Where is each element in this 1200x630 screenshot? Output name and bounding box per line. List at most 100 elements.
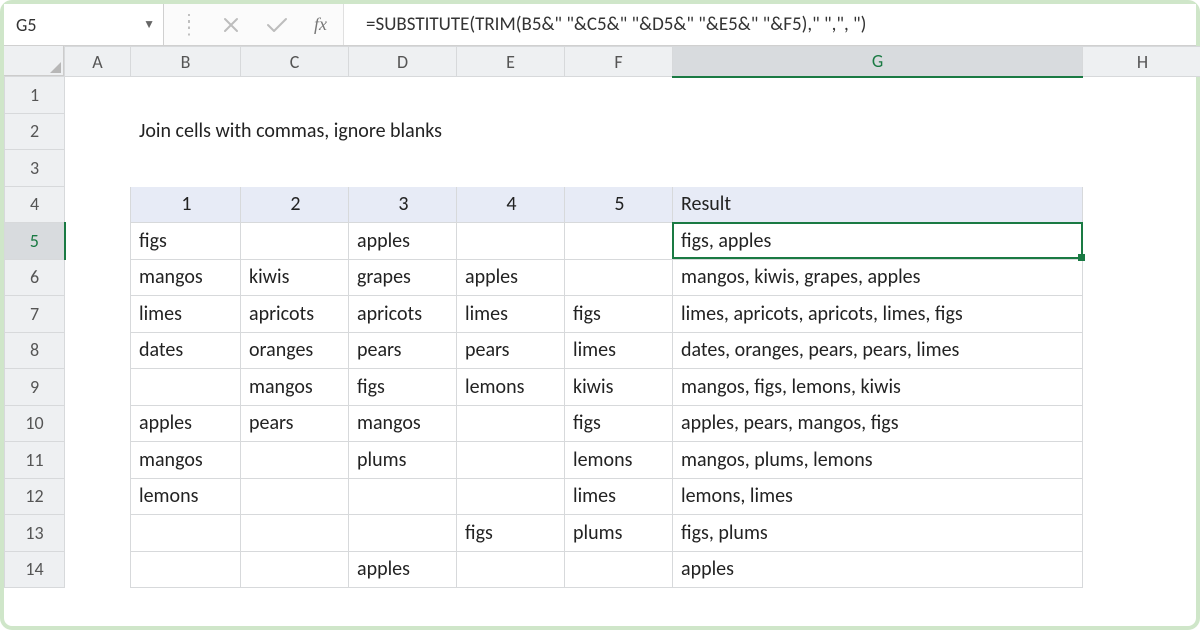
col-header-D[interactable]: D xyxy=(349,47,457,77)
cell[interactable]: limes xyxy=(131,296,241,333)
row-header-3[interactable]: 3 xyxy=(5,150,65,187)
cell[interactable] xyxy=(65,77,131,114)
cell[interactable] xyxy=(131,515,241,552)
cell[interactable]: lemons xyxy=(131,478,241,515)
cell[interactable] xyxy=(131,77,1200,114)
row-header-13[interactable]: 13 xyxy=(5,515,65,552)
cell[interactable] xyxy=(131,551,241,588)
row-header-6[interactable]: 6 xyxy=(5,259,65,296)
name-box[interactable]: G5 ▼ xyxy=(4,4,164,45)
cell[interactable] xyxy=(241,515,349,552)
cell[interactable]: apricots xyxy=(349,296,457,333)
cell[interactable] xyxy=(457,405,565,442)
cell[interactable] xyxy=(131,369,241,406)
cell[interactable]: apples xyxy=(457,259,565,296)
cell[interactable]: lemons, limes xyxy=(673,478,1083,515)
cell[interactable] xyxy=(457,551,565,588)
cell[interactable] xyxy=(1083,186,1200,223)
cell[interactable] xyxy=(349,515,457,552)
cell[interactable] xyxy=(65,405,131,442)
cell[interactable] xyxy=(241,551,349,588)
row-header-10[interactable]: 10 xyxy=(5,405,65,442)
cell[interactable] xyxy=(565,259,673,296)
cell[interactable] xyxy=(1083,405,1200,442)
confirm-icon[interactable] xyxy=(266,16,288,34)
table-header[interactable]: 1 xyxy=(131,186,241,223)
cell[interactable]: kiwis xyxy=(241,259,349,296)
cell[interactable] xyxy=(65,551,131,588)
cell[interactable]: oranges xyxy=(241,332,349,369)
cell[interactable]: apples xyxy=(673,551,1083,588)
cell[interactable] xyxy=(65,442,131,479)
row-header-11[interactable]: 11 xyxy=(5,442,65,479)
cell[interactable]: figs, plums xyxy=(673,515,1083,552)
cell[interactable]: figs xyxy=(131,223,241,260)
row-header-12[interactable]: 12 xyxy=(5,478,65,515)
col-header-H[interactable]: H xyxy=(1083,47,1200,77)
cell[interactable]: figs xyxy=(457,515,565,552)
col-header-E[interactable]: E xyxy=(457,47,565,77)
cell[interactable]: pears xyxy=(349,332,457,369)
cell[interactable]: mangos xyxy=(131,442,241,479)
row-header-7[interactable]: 7 xyxy=(5,296,65,333)
cell[interactable]: lemons xyxy=(565,442,673,479)
col-header-A[interactable]: A xyxy=(65,47,131,77)
cell[interactable] xyxy=(349,478,457,515)
row-header-5[interactable]: 5 xyxy=(5,223,65,260)
cell[interactable]: grapes xyxy=(349,259,457,296)
cell[interactable] xyxy=(65,186,131,223)
cell[interactable] xyxy=(1083,259,1200,296)
cell[interactable] xyxy=(1083,296,1200,333)
cell[interactable]: mangos, figs, lemons, kiwis xyxy=(673,369,1083,406)
cell[interactable] xyxy=(241,442,349,479)
row-header-9[interactable]: 9 xyxy=(5,369,65,406)
cell[interactable] xyxy=(1083,551,1200,588)
cell[interactable]: mangos xyxy=(131,259,241,296)
spreadsheet-grid[interactable]: A B C D E F G H 1 2 Join cells with comm… xyxy=(4,46,1196,588)
table-header[interactable]: 2 xyxy=(241,186,349,223)
cell[interactable] xyxy=(1083,478,1200,515)
col-header-F[interactable]: F xyxy=(565,47,673,77)
cell-G5[interactable]: figs, apples xyxy=(673,223,1083,260)
cell[interactable]: plums xyxy=(565,515,673,552)
table-header[interactable]: 5 xyxy=(565,186,673,223)
cell[interactable] xyxy=(65,332,131,369)
cell[interactable]: figs xyxy=(565,296,673,333)
col-header-B[interactable]: B xyxy=(131,47,241,77)
cell[interactable] xyxy=(1083,515,1200,552)
cell[interactable]: apples xyxy=(131,405,241,442)
cell[interactable] xyxy=(65,296,131,333)
cell[interactable] xyxy=(1083,223,1200,260)
cell[interactable]: figs xyxy=(565,405,673,442)
cell[interactable] xyxy=(65,223,131,260)
cell[interactable] xyxy=(65,478,131,515)
cell[interactable] xyxy=(1083,332,1200,369)
row-header-1[interactable]: 1 xyxy=(5,77,65,114)
cell[interactable] xyxy=(565,551,673,588)
select-all-triangle[interactable] xyxy=(4,46,64,76)
cell[interactable]: apples xyxy=(349,551,457,588)
col-header-C[interactable]: C xyxy=(241,47,349,77)
col-header-G[interactable]: G xyxy=(673,47,1083,77)
cell[interactable] xyxy=(131,150,1200,187)
cell[interactable]: mangos, kiwis, grapes, apples xyxy=(673,259,1083,296)
cell[interactable]: pears xyxy=(457,332,565,369)
cell[interactable]: apples, pears, mangos, figs xyxy=(673,405,1083,442)
cell[interactable] xyxy=(65,150,131,187)
cell[interactable]: dates xyxy=(131,332,241,369)
cell[interactable]: mangos xyxy=(349,405,457,442)
cell[interactable] xyxy=(457,442,565,479)
cell[interactable]: mangos xyxy=(241,369,349,406)
cell[interactable] xyxy=(1083,442,1200,479)
fx-icon[interactable]: fx xyxy=(314,14,327,35)
table-header-result[interactable]: Result xyxy=(673,186,1083,223)
cell[interactable]: lemons xyxy=(457,369,565,406)
row-header-8[interactable]: 8 xyxy=(5,332,65,369)
cell[interactable] xyxy=(65,113,131,150)
cell[interactable]: apples xyxy=(349,223,457,260)
cell[interactable]: plums xyxy=(349,442,457,479)
cell[interactable] xyxy=(457,478,565,515)
cell[interactable] xyxy=(241,478,349,515)
cell[interactable] xyxy=(457,223,565,260)
cell[interactable] xyxy=(241,223,349,260)
